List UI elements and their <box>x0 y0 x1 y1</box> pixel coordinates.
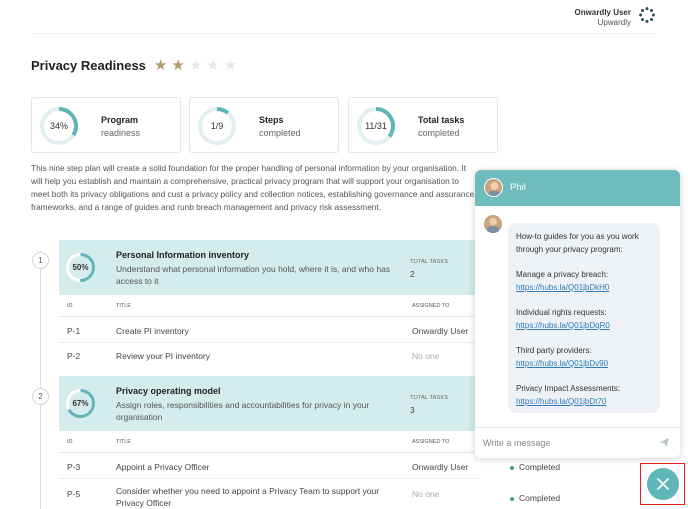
guide-label: Privacy Impact Assessments: <box>516 384 621 393</box>
close-icon <box>657 478 669 490</box>
message-input[interactable] <box>483 435 643 451</box>
task-assignee: No one <box>412 351 440 361</box>
title-row: Privacy Readiness ★ ★ ★ ★ ★ <box>31 58 241 73</box>
task-id: P-3 <box>67 462 81 472</box>
col-id: ID <box>67 303 73 309</box>
step-description: Understand what personal information you… <box>116 264 391 286</box>
table-row[interactable]: P-5 Consider whether you need to appoint… <box>59 479 479 509</box>
task-title: Review your PI inventory <box>116 351 211 361</box>
guide-label: Individual rights requests: <box>516 308 607 317</box>
guide-link[interactable]: https://hubs.la/Q01jbDkH0 <box>516 282 652 295</box>
message-intro: How-to guides for you as you work throug… <box>516 232 639 254</box>
total-tasks-label: TOTAL TASKS <box>410 259 449 265</box>
star-filled-icon: ★ <box>171 57 185 74</box>
table-row[interactable]: P-2 Review your PI inventory No one <box>59 343 479 368</box>
total-tasks-value: 2 <box>410 269 415 279</box>
col-assigned: ASSIGNED TO <box>412 439 450 445</box>
table-row[interactable]: P-3 Appoint a Privacy Officer Onwardly U… <box>59 454 479 479</box>
step-header-2[interactable]: 67% Privacy operating model Assign roles… <box>59 376 479 431</box>
org-name: Upwardly <box>597 18 631 27</box>
step-title: Privacy operating model <box>116 386 221 396</box>
col-title: TITLE <box>116 303 131 309</box>
step-progress-ring: 50% <box>66 253 95 282</box>
guide-link[interactable]: https://hubs.la/Q01jbDqR0 <box>516 320 652 333</box>
progress-ring: 1/9 <box>198 107 236 145</box>
step-description: Assign roles, responsibilities and accou… <box>116 400 370 422</box>
task-assignee: Onwardly User <box>412 326 469 336</box>
task-title: Consider whether you need to appoint a P… <box>116 486 380 508</box>
chat-close-button[interactable] <box>647 468 679 500</box>
step-number: 1 <box>32 252 49 269</box>
total-tasks-value: 3 <box>410 405 415 415</box>
guide-link[interactable]: https://hubs.la/Q01jbDt70 <box>516 396 652 409</box>
send-icon[interactable] <box>659 437 670 448</box>
stat-label: Program <box>101 115 139 125</box>
col-title: TITLE <box>116 439 131 445</box>
task-id: P-5 <box>67 489 81 499</box>
step-title: Personal Information inventory <box>116 250 250 260</box>
guide-link[interactable]: https://hubs.la/Q01jbDv90 <box>516 358 652 371</box>
star-filled-icon: ★ <box>153 57 168 74</box>
table-row[interactable]: P-1 Create PI inventory Onwardly User <box>59 318 479 343</box>
star-empty-icon: ★ <box>188 57 203 74</box>
table-header: ID TITLE ASSIGNED TO <box>59 295 479 317</box>
star-empty-icon: ★ <box>206 57 220 74</box>
total-tasks-label: TOTAL TASKS <box>410 395 449 401</box>
chat-widget: Phil How-to guides for you as you work t… <box>475 170 680 458</box>
col-assigned: ASSIGNED TO <box>412 303 450 309</box>
step-progress-ring: 67% <box>66 389 95 418</box>
user-name: Onwardly User <box>574 8 631 17</box>
status-badge: Completed <box>510 462 560 472</box>
stat-sublabel: completed <box>418 128 460 138</box>
status-text: Completed <box>519 493 561 503</box>
status-badge: Completed <box>510 493 560 503</box>
step-percent: 67% <box>72 399 89 408</box>
step-number: 2 <box>32 388 49 405</box>
step-percent: 50% <box>72 263 89 272</box>
task-id: P-2 <box>67 351 81 361</box>
stat-label: Total tasks <box>418 115 465 125</box>
header-divider <box>32 33 655 34</box>
task-title: Appoint a Privacy Officer <box>116 462 210 472</box>
agent-name: Phil <box>510 182 526 193</box>
stat-value: 34% <box>49 121 68 131</box>
agent-avatar <box>484 178 503 197</box>
stat-value: 1/9 <box>210 121 224 131</box>
stat-label: Steps <box>259 115 284 125</box>
stat-card-steps: 1/9 Steps completed <box>189 97 339 153</box>
task-id: P-1 <box>67 326 81 336</box>
table-header: ID TITLE ASSIGNED TO <box>59 431 479 453</box>
step-header-1[interactable]: 50% Personal Information inventory Under… <box>59 240 479 295</box>
page-title: Privacy Readiness <box>31 58 146 73</box>
task-assignee: No one <box>412 489 440 499</box>
task-title: Create PI inventory <box>116 326 189 336</box>
progress-ring: 11/31 <box>357 107 395 145</box>
chat-composer <box>475 427 680 458</box>
status-text: Completed <box>519 462 561 472</box>
intro-text: This nine step plan will create a solid … <box>31 163 475 212</box>
chat-message: How-to guides for you as you work throug… <box>508 223 660 413</box>
status-dot-icon <box>510 496 514 501</box>
stat-sublabel: readiness <box>101 128 141 138</box>
status-dot-icon <box>510 465 514 470</box>
guide-label: Manage a privacy breach: <box>516 270 609 279</box>
progress-ring: 34% <box>40 107 78 145</box>
stat-sublabel: completed <box>259 128 301 138</box>
rating-stars: ★ ★ ★ ★ ★ <box>154 58 241 73</box>
timeline-line <box>40 250 41 509</box>
stat-value: 11/31 <box>365 121 387 131</box>
star-empty-icon: ★ <box>223 57 238 74</box>
guide-label: Third party providers: <box>516 346 592 355</box>
task-assignee: Onwardly User <box>412 462 469 472</box>
chat-header: Phil <box>475 170 680 206</box>
stat-card-tasks: 11/31 Total tasks completed <box>348 97 498 153</box>
user-menu[interactable]: Onwardly User Upwardly <box>575 8 631 28</box>
logo-icon[interactable] <box>639 7 655 23</box>
message-avatar <box>484 215 502 233</box>
stat-card-program: 34% Program readiness <box>31 97 181 153</box>
col-id: ID <box>67 439 73 445</box>
